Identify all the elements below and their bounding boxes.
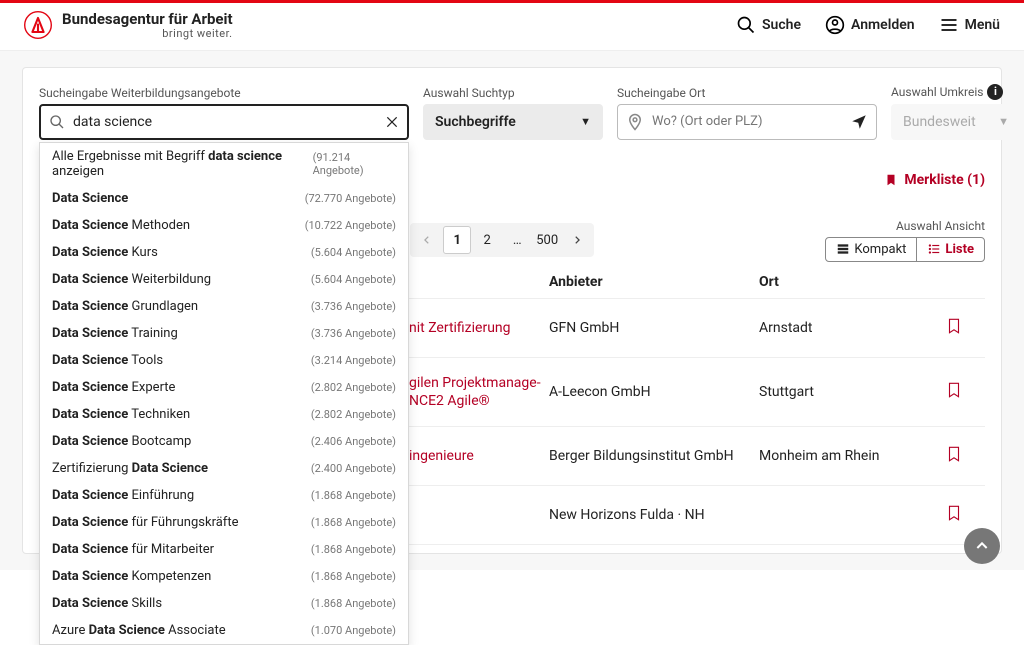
menu-icon	[939, 15, 959, 35]
login-label: Anmelden	[851, 17, 915, 33]
location-group: Sucheingabe Ort	[617, 86, 877, 140]
search-label: Suche	[762, 17, 801, 33]
autocomplete-item[interactable]: Data Science Techniken(2.802 Angebote)	[40, 401, 408, 428]
search-input-wrap: Alle Ergebnisse mit Begriff data science…	[39, 104, 409, 140]
bookmark-button[interactable]	[945, 502, 985, 528]
location-input-wrap	[617, 104, 877, 140]
search-input[interactable]	[65, 106, 385, 138]
autocomplete-item[interactable]: Data Science für Mitarbeiter(1.868 Angeb…	[40, 536, 408, 563]
user-icon	[825, 15, 845, 35]
bookmark-button[interactable]	[945, 315, 985, 341]
search-panel: Sucheingabe Weiterbildungsangebote Alle …	[22, 67, 1002, 554]
info-icon[interactable]: i	[987, 84, 1003, 100]
autocomplete-item[interactable]: Azure Data Science Associate(1.070 Angeb…	[40, 617, 408, 644]
brand-logo-icon	[24, 11, 52, 39]
searchtype-value: Suchbegriffe	[435, 114, 516, 130]
result-place: Stuttgart	[759, 384, 945, 400]
radius-value: Bundesweit	[903, 114, 976, 130]
autocomplete-item[interactable]: Data Science Einführung(1.868 Angebote)	[40, 482, 408, 509]
result-place: Monheim am Rhein	[759, 448, 945, 464]
chevron-left-icon	[422, 235, 432, 245]
pager-last[interactable]: 500	[533, 226, 561, 254]
result-place: Arnstadt	[759, 320, 945, 336]
watchlist-label: Merkliste (1)	[904, 172, 985, 188]
pager-page-2[interactable]: 2	[473, 226, 501, 254]
search-button[interactable]: Suche	[736, 15, 801, 35]
search-field-label: Sucheingabe Weiterbildungsangebote	[39, 86, 409, 100]
list-icon	[927, 242, 941, 256]
chevron-up-icon	[974, 538, 990, 554]
menu-button[interactable]: Menü	[939, 15, 1000, 35]
autocomplete-item[interactable]: Data Science Bootcamp(2.406 Angebote)	[40, 428, 408, 455]
autocomplete-item[interactable]: Zertifizierung Data Science(2.400 Angebo…	[40, 455, 408, 482]
pager-dots: …	[503, 226, 531, 254]
autocomplete-item[interactable]: Data Science Methoden(10.722 Angebote)	[40, 212, 408, 239]
view-compact[interactable]: Kompakt	[826, 238, 916, 261]
col-place: Ort	[759, 274, 945, 290]
menu-label: Menü	[965, 17, 1000, 33]
autocomplete-item[interactable]: Data Science Training(3.736 Angebote)	[40, 320, 408, 347]
bookmark-icon	[945, 443, 963, 465]
autocomplete-item[interactable]: Data Science(72.770 Angebote)	[40, 185, 408, 212]
location-input[interactable]	[644, 105, 850, 139]
bookmark-button[interactable]	[945, 443, 985, 469]
watchlist-link[interactable]: Merkliste (1)	[884, 172, 985, 188]
autocomplete-item[interactable]: Alle Ergebnisse mit Begriff data science…	[40, 143, 408, 185]
pin-icon	[626, 113, 644, 131]
autocomplete-item[interactable]: Data Science Skills(1.868 Angebote)	[40, 590, 408, 617]
chevron-down-icon: ▼	[998, 115, 1009, 128]
result-provider: GFN GmbH	[549, 320, 759, 336]
autocomplete-item[interactable]: Data Science Experte(2.802 Angebote)	[40, 374, 408, 401]
pager: 1 2 … 500	[410, 223, 594, 257]
autocomplete-item[interactable]: Data Science Tools(3.214 Angebote)	[40, 347, 408, 374]
bookmark-icon	[884, 173, 898, 187]
header: Bundesagentur für Arbeit bringt weiter. …	[0, 3, 1024, 51]
autocomplete-item[interactable]: Data Science Kurs(5.604 Angebote)	[40, 239, 408, 266]
view-list[interactable]: Liste	[916, 238, 984, 261]
compact-icon	[836, 242, 850, 256]
searchtype-select[interactable]: Suchbegriffe ▼	[423, 104, 603, 140]
view-toggle: Kompakt Liste	[825, 237, 985, 262]
autocomplete-dropdown: Alle Ergebnisse mit Begriff data science…	[39, 142, 409, 645]
result-provider: Berger Bildungsinstitut GmbH	[549, 448, 759, 464]
location-label: Sucheingabe Ort	[617, 86, 877, 100]
searchtype-group: Auswahl Suchtyp Suchbegriffe ▼	[423, 86, 603, 140]
bookmark-button[interactable]	[945, 379, 985, 405]
search-icon	[736, 15, 756, 35]
autocomplete-item[interactable]: Data Science Kompetenzen(1.868 Angebote)	[40, 563, 408, 590]
radius-group: Auswahl Umkreis i Bundesweit ▼	[891, 84, 1021, 140]
bookmark-icon	[945, 315, 963, 337]
brand[interactable]: Bundesagentur für Arbeit bringt weiter.	[24, 11, 233, 40]
pager-next[interactable]	[563, 226, 591, 254]
scroll-top-button[interactable]	[964, 528, 1000, 564]
search-icon	[49, 114, 65, 130]
pager-page-1[interactable]: 1	[443, 226, 471, 254]
search-field-group: Sucheingabe Weiterbildungsangebote Alle …	[39, 86, 409, 140]
autocomplete-item[interactable]: Data Science Weiterbildung(5.604 Angebot…	[40, 266, 408, 293]
radius-label: Auswahl Umkreis i	[891, 84, 1021, 100]
login-button[interactable]: Anmelden	[825, 15, 915, 35]
chevron-down-icon: ▼	[580, 115, 591, 128]
autocomplete-item[interactable]: Data Science Grundlagen(3.736 Angebote)	[40, 293, 408, 320]
brand-title: Bundesagentur für Arbeit	[62, 11, 233, 28]
view-label: Auswahl Ansicht	[825, 219, 985, 233]
locate-icon[interactable]	[850, 113, 868, 131]
autocomplete-item[interactable]: Data Science für Führungskräfte(1.868 An…	[40, 509, 408, 536]
pager-prev	[413, 226, 441, 254]
clear-icon[interactable]	[385, 115, 399, 129]
result-provider: New Horizons Fulda · NH	[549, 507, 759, 523]
result-provider: A-Leecon GmbH	[549, 384, 759, 400]
chevron-right-icon	[572, 235, 582, 245]
radius-select: Bundesweit ▼	[891, 104, 1021, 140]
brand-subtitle: bringt weiter.	[62, 28, 233, 40]
bookmark-icon	[945, 379, 963, 401]
searchtype-label: Auswahl Suchtyp	[423, 86, 603, 100]
bookmark-icon	[945, 502, 963, 524]
col-provider: Anbieter	[549, 274, 759, 290]
